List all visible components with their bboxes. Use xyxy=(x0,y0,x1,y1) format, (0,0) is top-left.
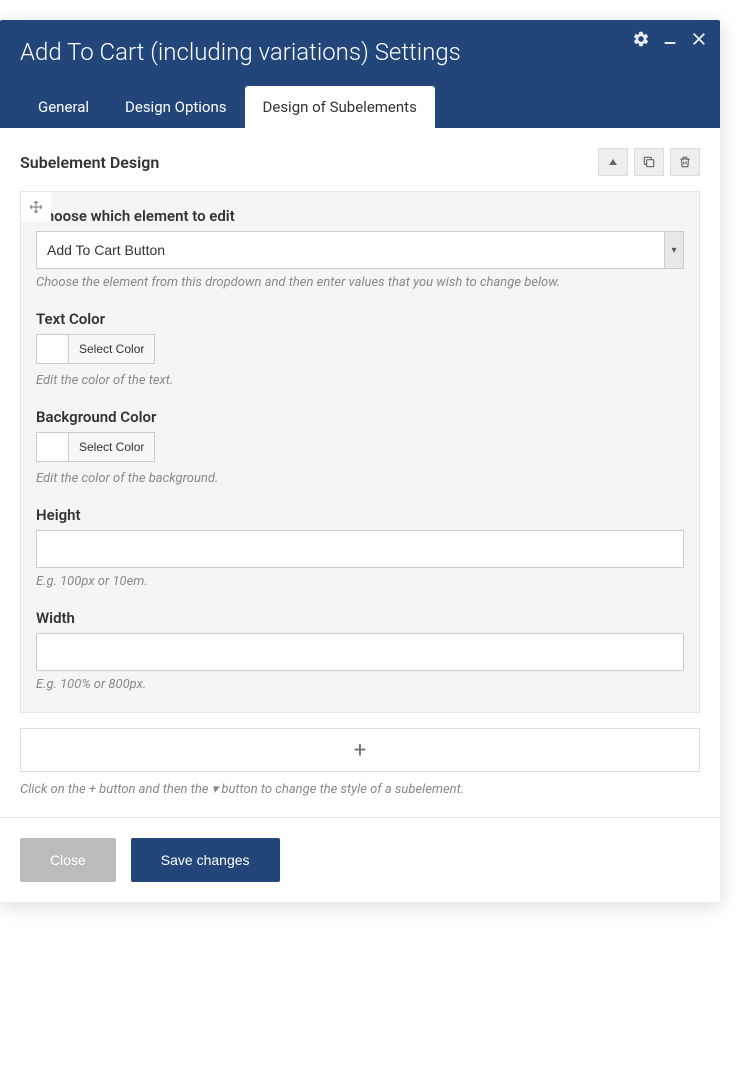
close-icon[interactable] xyxy=(690,30,708,52)
choose-element-help: Choose the element from this dropdown an… xyxy=(36,275,684,290)
height-input[interactable] xyxy=(36,530,684,568)
modal-header: Add To Cart (including variations) Setti… xyxy=(0,20,720,128)
width-input[interactable] xyxy=(36,633,684,671)
delete-button[interactable] xyxy=(670,148,700,176)
choose-element-select[interactable] xyxy=(36,231,684,269)
text-color-swatch[interactable] xyxy=(37,335,69,363)
width-label: Width xyxy=(36,609,684,627)
close-button[interactable]: Close xyxy=(20,838,116,882)
background-color-help: Edit the color of the background. xyxy=(36,471,684,486)
modal-body: Subelement Design Choose which element t… xyxy=(0,128,720,817)
modal-footer: Close Save changes xyxy=(0,817,720,902)
collapse-button[interactable] xyxy=(598,148,628,176)
width-help: E.g. 100% or 800px. xyxy=(36,677,684,692)
section-actions xyxy=(598,148,700,176)
text-color-picker: Select Color xyxy=(36,334,155,364)
background-color-picker: Select Color xyxy=(36,432,155,462)
move-handle-icon[interactable] xyxy=(21,192,51,222)
tab-design-subelements[interactable]: Design of Subelements xyxy=(245,86,435,128)
background-color-select-button[interactable]: Select Color xyxy=(69,433,154,461)
tab-design-options[interactable]: Design Options xyxy=(107,86,245,128)
window-controls xyxy=(632,30,708,52)
choose-element-label: Choose which element to edit xyxy=(36,207,684,225)
save-changes-button[interactable]: Save changes xyxy=(131,838,280,882)
text-color-label: Text Color xyxy=(36,310,684,328)
tab-general[interactable]: General xyxy=(20,86,107,128)
height-label: Height xyxy=(36,506,684,524)
text-color-select-button[interactable]: Select Color xyxy=(69,335,154,363)
section-header: Subelement Design xyxy=(20,148,700,176)
plus-icon: + xyxy=(354,738,366,763)
settings-modal: Add To Cart (including variations) Setti… xyxy=(0,20,720,902)
gear-icon[interactable] xyxy=(632,30,650,52)
text-color-help: Edit the color of the text. xyxy=(36,373,684,388)
duplicate-button[interactable] xyxy=(634,148,664,176)
minimize-icon[interactable] xyxy=(662,31,678,51)
section-title: Subelement Design xyxy=(20,153,159,172)
tab-bar: General Design Options Design of Subelem… xyxy=(20,86,700,128)
subelement-panel: Choose which element to edit ▾ Choose th… xyxy=(20,191,700,713)
background-color-swatch[interactable] xyxy=(37,433,69,461)
add-row-help: Click on the + button and then the ▾ but… xyxy=(20,782,700,797)
background-color-label: Background Color xyxy=(36,408,684,426)
add-row-button[interactable]: + xyxy=(20,728,700,772)
modal-title: Add To Cart (including variations) Setti… xyxy=(20,38,700,66)
height-help: E.g. 100px or 10em. xyxy=(36,574,684,589)
